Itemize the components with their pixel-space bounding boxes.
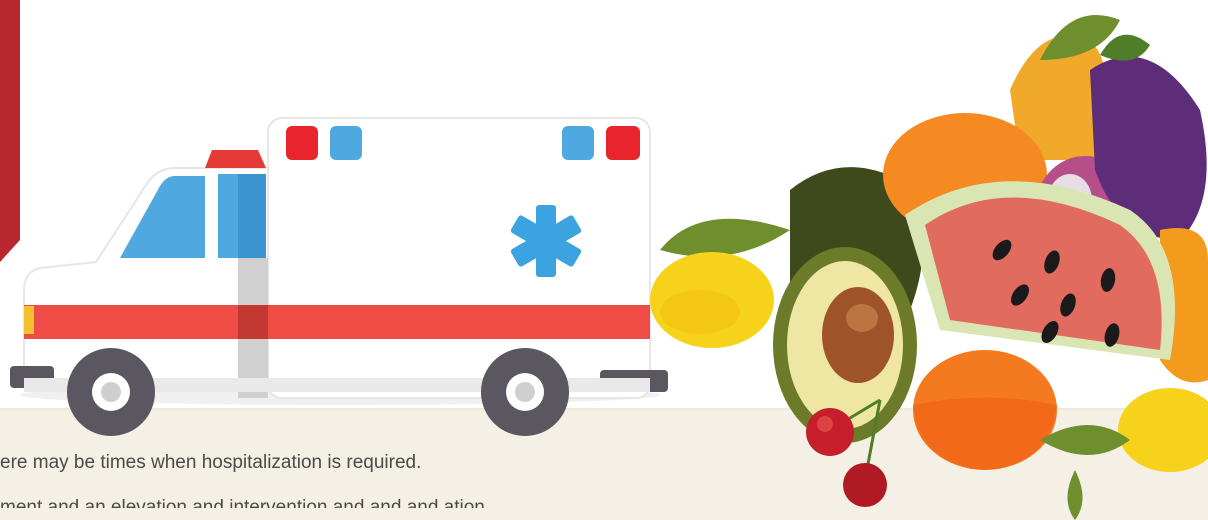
fruit-vegetable-pile (650, 15, 1208, 520)
ambulance-icon (10, 117, 668, 436)
body-text-line-1: ere may be times when hospitalization is… (0, 452, 422, 473)
